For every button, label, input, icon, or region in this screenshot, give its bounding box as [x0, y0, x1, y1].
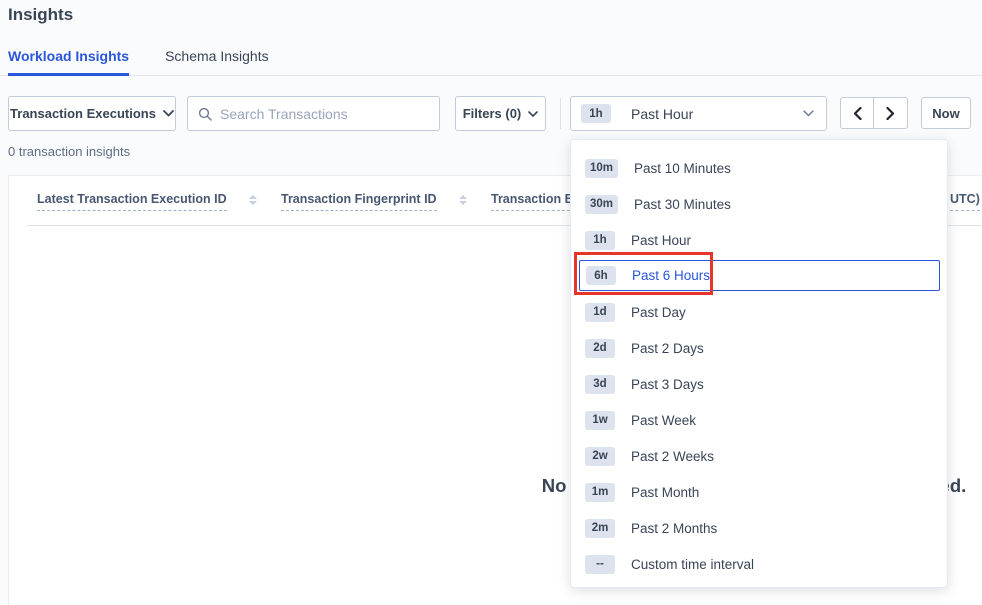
time-option-badge: 6h: [586, 266, 616, 285]
filters-label: Filters (0): [463, 106, 522, 121]
filters-button[interactable]: Filters (0): [455, 96, 546, 131]
time-option-badge: 1h: [585, 231, 615, 250]
search-box[interactable]: [187, 96, 440, 131]
chevron-left-icon: [853, 107, 862, 120]
column-header-1[interactable]: Latest Transaction Execution ID: [37, 192, 257, 211]
time-interval-badge: 1h: [581, 104, 611, 123]
time-next-button[interactable]: [873, 97, 908, 129]
time-option-label: Past 3 Days: [631, 377, 704, 392]
tab-workload-insights[interactable]: Workload Insights: [8, 42, 129, 76]
time-option-label: Past 6 Hours: [632, 268, 710, 283]
time-option-badge: 10m: [585, 159, 618, 178]
time-interval-dropdown-trigger[interactable]: 1h Past Hour: [570, 96, 827, 131]
time-option-custom[interactable]: -- Custom time interval: [571, 546, 947, 582]
chevron-right-icon: [886, 107, 895, 120]
time-option-badge: 30m: [585, 195, 618, 214]
tab-schema-insights[interactable]: Schema Insights: [165, 42, 269, 75]
time-option-1w[interactable]: 1w Past Week: [571, 402, 947, 438]
time-option-badge: 1w: [585, 411, 615, 430]
time-option-badge: --: [585, 555, 615, 574]
entity-type-label: Transaction Executions: [10, 106, 156, 121]
search-icon: [198, 107, 212, 121]
time-option-label: Past 2 Months: [631, 521, 717, 536]
time-option-2w[interactable]: 2w Past 2 Weeks: [571, 438, 947, 474]
toolbar-divider: [560, 98, 561, 129]
time-option-badge: 1m: [585, 483, 615, 502]
insights-count: 0 transaction insights: [8, 144, 130, 159]
chevron-down-icon: [528, 111, 538, 117]
sort-icon: [249, 195, 257, 205]
time-option-badge: 2d: [585, 339, 615, 358]
time-option-2d[interactable]: 2d Past 2 Days: [571, 330, 947, 366]
time-option-label: Past 30 Minutes: [634, 197, 731, 212]
time-option-label: Past 2 Weeks: [631, 449, 714, 464]
time-option-2m[interactable]: 2m Past 2 Months: [571, 510, 947, 546]
time-option-10m[interactable]: 10m Past 10 Minutes: [571, 150, 947, 186]
time-option-badge: 2m: [585, 519, 615, 538]
column-label: UTC): [950, 192, 980, 211]
time-option-label: Past 10 Minutes: [634, 161, 731, 176]
time-option-badge: 3d: [585, 375, 615, 394]
column-label: Transaction Fingerprint ID: [281, 192, 437, 211]
insights-page: Insights Workload Insights Schema Insigh…: [0, 0, 982, 605]
time-option-3d[interactable]: 3d Past 3 Days: [571, 366, 947, 402]
column-header-3[interactable]: Transaction Ex: [491, 192, 580, 211]
time-option-badge: 1d: [585, 303, 615, 322]
time-interval-menu: 10m Past 10 Minutes 30m Past 30 Minutes 1h Pa…: [570, 139, 948, 588]
time-option-label: Custom time interval: [631, 557, 754, 572]
search-input[interactable]: [220, 106, 429, 122]
time-option-label: Past Day: [631, 305, 686, 320]
time-prev-button[interactable]: [840, 97, 875, 129]
time-option-30m[interactable]: 30m Past 30 Minutes: [571, 186, 947, 222]
column-label: Latest Transaction Execution ID: [37, 192, 227, 211]
entity-type-dropdown[interactable]: Transaction Executions: [8, 96, 176, 131]
time-option-label: Past Month: [631, 485, 699, 500]
sort-icon: [459, 195, 467, 205]
time-option-6h[interactable]: 6h Past 6 Hours: [579, 260, 940, 291]
tab-bar: Workload Insights Schema Insights: [0, 42, 982, 76]
column-header-2[interactable]: Transaction Fingerprint ID: [281, 192, 467, 211]
time-option-1m[interactable]: 1m Past Month: [571, 474, 947, 510]
time-option-label: Past 2 Days: [631, 341, 704, 356]
time-interval-label: Past Hour: [631, 106, 693, 122]
time-option-label: Past Week: [631, 413, 696, 428]
time-option-1d[interactable]: 1d Past Day: [571, 294, 947, 330]
time-option-label: Past Hour: [631, 233, 691, 248]
column-header-4[interactable]: UTC): [950, 192, 980, 211]
now-button[interactable]: Now: [921, 97, 971, 129]
column-label: Transaction Ex: [491, 192, 580, 211]
time-option-1h[interactable]: 1h Past Hour: [571, 222, 947, 258]
page-title: Insights: [8, 5, 73, 25]
chevron-down-icon: [163, 110, 174, 117]
time-option-badge: 2w: [585, 447, 615, 466]
chevron-down-icon: [803, 110, 814, 117]
